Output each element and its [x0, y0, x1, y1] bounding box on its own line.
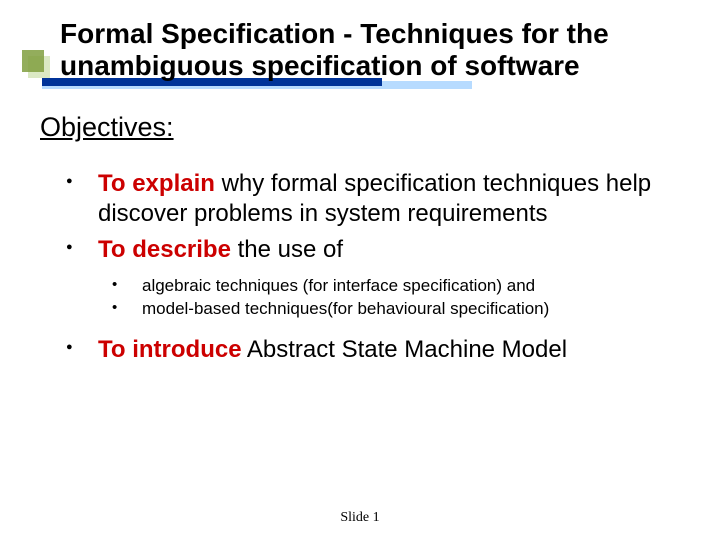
- list-item: To introduce Abstract State Machine Mode…: [66, 335, 680, 365]
- list-item: algebraic techniques (for interface spec…: [112, 275, 680, 298]
- title-line-1: Formal Specification - Techniques for th…: [60, 18, 609, 49]
- bullet-rest: Abstract State Machine Model: [242, 336, 568, 363]
- list-item: To describe the use of: [66, 235, 680, 265]
- objectives-list-cont: To introduce Abstract State Machine Mode…: [40, 335, 680, 365]
- list-item: To explain why formal specification tech…: [66, 169, 680, 229]
- objectives-list: To explain why formal specification tech…: [40, 169, 680, 265]
- slide-number: Slide 1: [0, 510, 720, 526]
- bullet-rest: the use of: [231, 236, 343, 263]
- bullet-bold: To describe: [98, 236, 231, 263]
- decorative-square-icon: [22, 50, 48, 76]
- slide-title-block: Formal Specification - Techniques for th…: [60, 18, 680, 82]
- list-item: model-based techniques(for behavioural s…: [112, 298, 680, 321]
- slide-title: Formal Specification - Techniques for th…: [60, 18, 680, 82]
- title-line-2: unambiguous specification of software: [60, 50, 580, 81]
- slide: Formal Specification - Techniques for th…: [0, 0, 720, 540]
- bullet-bold: To explain: [98, 170, 215, 197]
- bullet-bold: To introduce: [98, 336, 242, 363]
- section-heading: Objectives:: [40, 112, 680, 143]
- sub-objectives-list: algebraic techniques (for interface spec…: [40, 275, 680, 321]
